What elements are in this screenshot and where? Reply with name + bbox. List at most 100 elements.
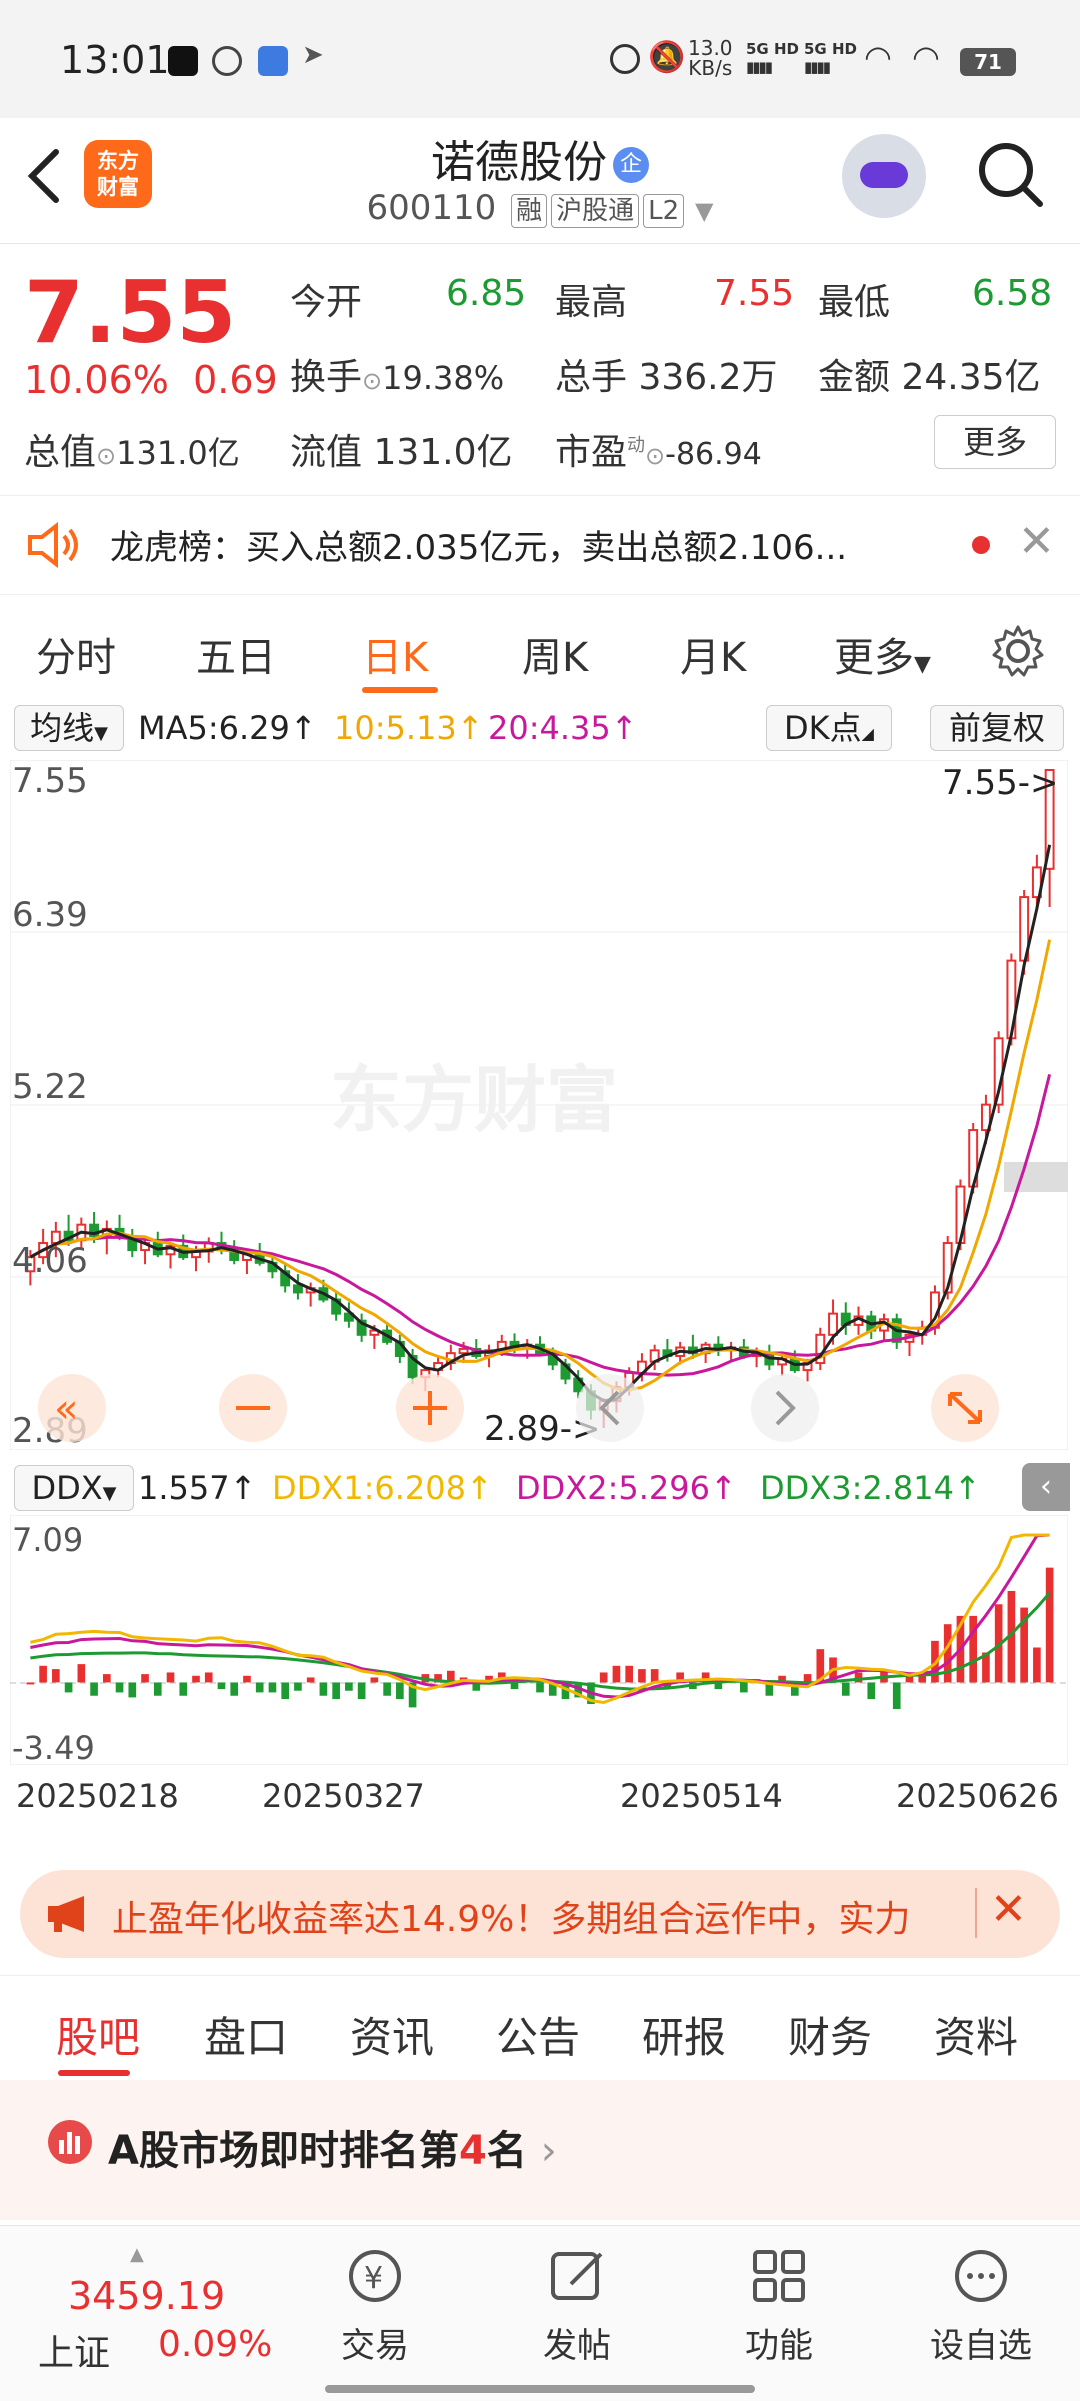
ddx-bar	[102, 1674, 111, 1683]
up-arrow-icon: ↑	[465, 1469, 493, 1507]
rank-number: 4	[458, 2128, 487, 2174]
signal-bars-icon: ▮▮▮▮	[746, 58, 773, 76]
tab-monthly-k[interactable]: 月K	[680, 625, 746, 683]
high-label: 最高	[555, 282, 628, 323]
up-arrow-icon: ↑	[456, 709, 484, 747]
adjust-fq-button[interactable]: 前复权	[930, 705, 1064, 751]
amount-value: 24.35亿	[901, 357, 1041, 398]
ddx-bar	[141, 1674, 149, 1683]
nav-add-watchlist[interactable]: 设自选	[906, 2246, 1056, 2367]
kline-chart[interactable]: 东方财富 7.55 6.39 5.22 4.06 2.89 7.55-> 2.8…	[10, 760, 1068, 1450]
ddx-bar	[803, 1674, 812, 1683]
dragon-tiger-notice[interactable]: 龙虎榜：买入总额2.035亿元，卖出总额2.106... ✕	[0, 495, 1080, 595]
send-icon: ➤	[302, 40, 324, 70]
active-tab-underline	[362, 687, 438, 693]
ddx-bar	[204, 1672, 213, 1683]
nav-post[interactable]: 发帖	[502, 2246, 652, 2367]
ddx-bar	[319, 1682, 328, 1696]
fullscreen-button[interactable]	[931, 1374, 999, 1442]
ddx-selector[interactable]: DDX▼	[14, 1465, 134, 1511]
promo-banner[interactable]: 止盈年化收益率达14.9%！多期组合运作中，实力 ✕	[20, 1870, 1060, 1958]
amount-label: 金额	[818, 357, 891, 398]
chart-period-tabs: 分时 五日 日K 周K 月K 更多▼	[0, 605, 1080, 695]
turnover-label: 换手	[290, 357, 363, 398]
zoom-in-button[interactable]	[396, 1374, 464, 1442]
volume-value: 336.2万	[638, 357, 778, 398]
tab-research[interactable]: 研报	[642, 2004, 726, 2065]
status-bar: 13:01 ➤ 🔕 13.0 KB/s 5G HD ▮▮▮▮ 5G HD ▮▮▮▮ …	[0, 0, 1080, 118]
float-cap-label: 流值	[290, 432, 363, 473]
icon-bar	[67, 2132, 72, 2154]
ddx-bar	[357, 1682, 366, 1700]
net-speed-value: 13.0	[688, 36, 733, 60]
tab-profile[interactable]: 资料	[934, 2004, 1018, 2065]
ma-selector[interactable]: 均线▼	[14, 705, 124, 751]
ma20-text: 20:4.35	[488, 709, 611, 747]
home-indicator[interactable]	[325, 2385, 755, 2393]
tab-guba[interactable]: 股吧	[56, 2004, 140, 2065]
tab-finance[interactable]: 财务	[788, 2004, 872, 2065]
ddx-bar	[625, 1665, 634, 1683]
up-arrow-icon: ↑	[709, 1469, 737, 1507]
pe-value: -86.94	[665, 437, 762, 472]
tab-news[interactable]: 资讯	[350, 2004, 434, 2065]
prev-button[interactable]	[576, 1374, 644, 1442]
chevron-right-icon: ›	[540, 2128, 557, 2174]
info-icon[interactable]: ⊙	[362, 367, 382, 395]
next-button[interactable]	[751, 1374, 819, 1442]
watermark: 东方财富	[330, 1058, 618, 1142]
tab-five-day[interactable]: 五日	[196, 625, 276, 683]
ddx-bar	[370, 1677, 379, 1683]
settings-gear-icon[interactable]	[990, 623, 1046, 679]
ddx-chart[interactable]: 7.09 -3.49	[10, 1515, 1068, 1765]
more-button[interactable]: 更多	[934, 415, 1056, 469]
tag-margin: 融	[511, 194, 548, 228]
price-change: 10.06% 0.69	[24, 358, 278, 402]
close-icon[interactable]: ✕	[990, 1884, 1027, 1935]
tab-daily-k[interactable]: 日K	[362, 625, 428, 683]
tab-more[interactable]: 更多▼	[834, 625, 931, 683]
index-name: 上证	[38, 2333, 111, 2374]
stock-header: 东方 财富 诺德股份企 600110 融沪股通 L2 ▼	[0, 118, 1080, 244]
nav-post-label: 发帖	[543, 2326, 611, 2366]
ddx-y-bottom: -3.49	[12, 1729, 95, 1765]
tab-intraday[interactable]: 分时	[36, 625, 116, 683]
ddx-bar	[153, 1682, 162, 1696]
tab-weekly-k[interactable]: 周K	[522, 625, 588, 683]
ddx1-value: DDX1:6.208↑	[272, 1469, 493, 1507]
quote-panel: 7.55 10.06% 0.69 总值⊙131.0亿 今开 6.85 最高 7.…	[0, 243, 1080, 493]
dk-point-button[interactable]: DK点◢	[766, 705, 892, 751]
search-icon[interactable]	[976, 140, 1046, 210]
scroll-left-button[interactable]: «	[38, 1374, 106, 1442]
ddx-bar	[536, 1682, 544, 1693]
candle	[828, 1312, 838, 1336]
zoom-out-button[interactable]	[219, 1374, 287, 1442]
date-label-2: 20250327	[262, 1777, 425, 1815]
market-cap-value: 131.0亿	[116, 434, 240, 472]
nav-trade[interactable]: ¥ 交易	[300, 2246, 450, 2367]
tab-announcements[interactable]: 公告	[496, 2004, 580, 2065]
date-label-3: 20250514	[620, 1777, 783, 1815]
mute-icon: 🔕	[648, 40, 686, 75]
market-rank-card[interactable]: A股市场即时排名第4名 ›	[0, 2080, 1080, 2220]
assistant-robot-icon[interactable]	[842, 134, 926, 218]
info-icon[interactable]: ⊙	[645, 442, 665, 470]
unread-dot	[972, 536, 990, 554]
signal-1-label: 5G HD	[746, 40, 799, 58]
up-arrow-icon: ↑	[229, 1469, 257, 1507]
y-tick-7.55: 7.55	[12, 761, 88, 801]
close-icon[interactable]: ✕	[1018, 516, 1055, 567]
ma-selector-label: 均线	[30, 709, 95, 747]
ddx-bar	[612, 1665, 621, 1683]
date-label-4: 20250626	[896, 1777, 1059, 1815]
collapse-panel-button[interactable]: ‹	[1022, 1463, 1070, 1511]
nav-functions[interactable]: 功能	[704, 2246, 854, 2367]
ma10-value: 10:5.13↑	[334, 709, 484, 747]
info-icon[interactable]: ⊙	[96, 442, 116, 470]
low-value: 6.58	[972, 273, 1053, 314]
current-price: 7.55	[24, 263, 237, 363]
tab-pankou[interactable]: 盘口	[204, 2004, 288, 2065]
notice-text: 龙虎榜：买入总额2.035亿元，卖出总额2.106...	[110, 528, 848, 568]
ddx-text: 1.557	[138, 1469, 230, 1507]
dropdown-triangle-icon: ▼	[94, 723, 108, 744]
